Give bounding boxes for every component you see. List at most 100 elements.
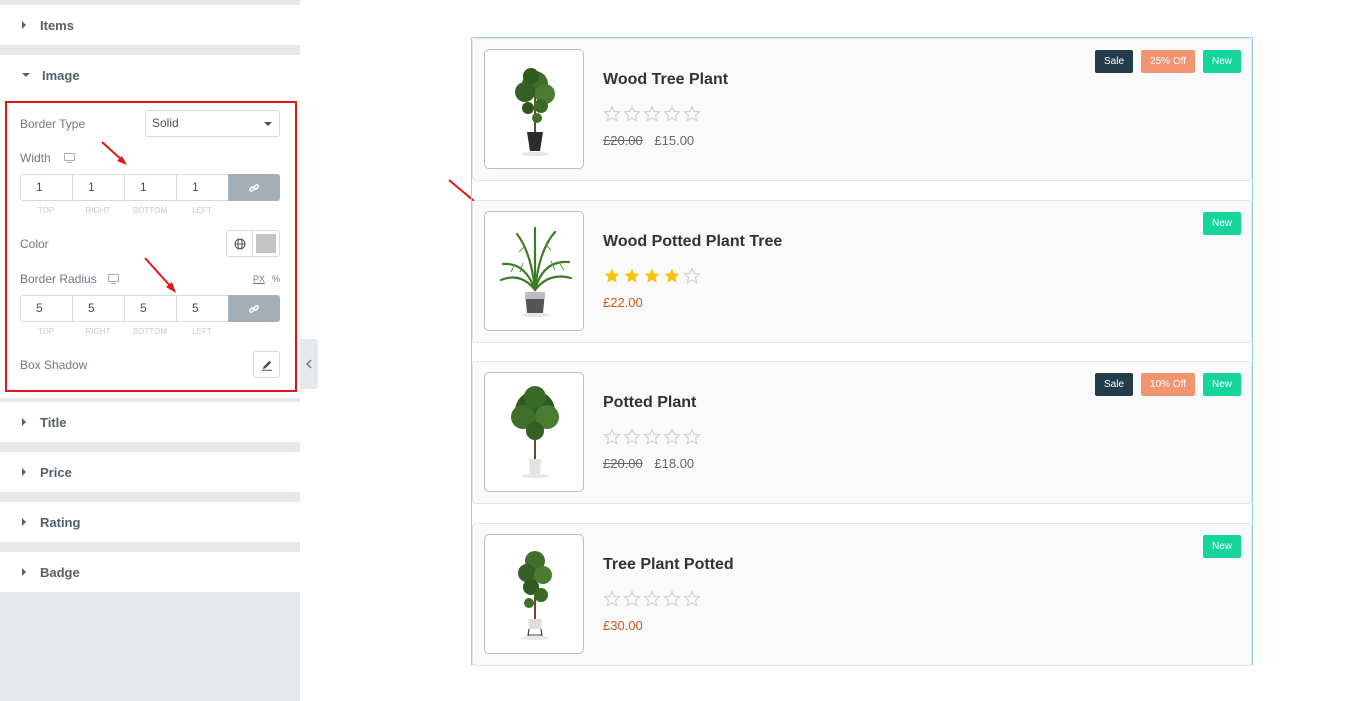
box-shadow-edit-button[interactable] [253,351,280,378]
section-items[interactable]: Items [0,5,300,45]
caret-right-icon [22,468,26,476]
new-badge: New [1202,212,1241,235]
product-image[interactable] [484,372,584,492]
sale-price: £30.00 [603,618,643,633]
star-empty-icon [683,267,701,284]
width-left-input[interactable]: 1 [176,174,228,201]
star-filled-icon [644,268,660,283]
star-empty-icon [663,590,681,607]
caret-right-icon [22,518,26,526]
star-empty-icon [603,590,621,607]
section-label: Title [40,414,67,430]
border-radius-label: Border Radius [20,272,97,286]
badges: Sale 25% Off New [1095,50,1241,73]
dim-label-left: LEFT [192,327,212,336]
product-card: Potted Plant £20.00 £18.00 Sale 10% Off … [472,361,1252,504]
chevron-left-icon [306,359,312,369]
section-price[interactable]: Price [0,452,300,492]
section-label: Price [40,464,72,480]
section-rating[interactable]: Rating [0,502,300,542]
product-image[interactable] [484,49,584,169]
new-badge: New [1202,535,1241,558]
product-card: Tree Plant Potted £30.00 New [472,523,1252,666]
plant-image [499,226,573,317]
badges: New [1202,535,1241,558]
border-type-select[interactable]: Solid [145,110,280,137]
star-rating [603,590,701,608]
discount-badge: 10% Off [1141,373,1195,396]
product-image[interactable] [484,211,584,331]
chevron-down-icon [264,122,272,126]
radius-left-input[interactable]: 5 [176,295,228,322]
product-title[interactable]: Wood Potted Plant Tree [603,233,782,251]
color-swatch[interactable] [256,234,276,253]
link-values-button[interactable] [228,174,280,201]
collapse-panel-button[interactable] [300,339,318,389]
plant-image [511,386,559,478]
dim-label-bottom: BOTTOM [132,327,168,336]
product-price: £20.00 £18.00 [603,456,694,471]
unit-percent[interactable]: % [272,274,280,284]
border-type-label: Border Type [20,117,86,131]
sale-price: £18.00 [654,456,695,471]
desktop-icon[interactable] [108,274,119,284]
color-label: Color [20,237,49,251]
unit-px[interactable]: PX [253,274,265,284]
section-badge[interactable]: Badge [0,552,300,592]
badges: New [1202,212,1241,235]
width-inputs: 1 1 1 1 [20,174,280,201]
dim-label-top: TOP [37,206,55,215]
star-empty-icon [623,105,641,122]
radius-inputs: 5 5 5 5 [20,295,280,322]
sale-price: £22.00 [603,295,643,310]
star-rating [603,105,701,123]
product-title[interactable]: Tree Plant Potted [603,556,734,574]
width-right-input[interactable]: 1 [72,174,124,201]
radius-top-input[interactable]: 5 [20,295,72,322]
plant-image [518,551,552,640]
radius-right-input[interactable]: 5 [72,295,124,322]
product-price: £20.00 £15.00 [603,133,694,148]
border-type-value: Solid [152,116,179,130]
star-filled-icon [604,268,620,283]
width-top-input[interactable]: 1 [20,174,72,201]
product-title[interactable]: Potted Plant [603,394,696,412]
sale-price: £15.00 [654,133,695,148]
global-colors-button[interactable] [227,231,254,256]
radius-dim-labels: TOP RIGHT BOTTOM LEFT [20,327,228,336]
star-empty-icon [643,105,661,122]
width-dim-labels: TOP RIGHT BOTTOM LEFT [20,206,228,215]
section-label: Items [40,17,74,33]
star-empty-icon [623,590,641,607]
plant-image [515,68,555,156]
link-values-button[interactable] [228,295,280,322]
star-empty-icon [603,105,621,122]
product-price: £30.00 [603,618,643,633]
section-image[interactable]: Image [0,55,300,95]
color-picker[interactable] [226,230,280,257]
caret-right-icon [22,568,26,576]
section-title[interactable]: Title [0,402,300,442]
star-empty-icon [603,428,621,445]
link-icon [249,304,259,313]
star-empty-icon [643,428,661,445]
discount-badge: 25% Off [1141,50,1195,73]
dim-label-top: TOP [37,327,55,336]
star-empty-icon [683,590,701,607]
section-label: Badge [40,564,80,580]
product-title[interactable]: Wood Tree Plant [603,71,728,89]
width-label: Width [20,151,51,165]
desktop-icon[interactable] [64,153,75,163]
pencil-icon [261,360,272,371]
new-badge: New [1202,373,1241,396]
product-image[interactable] [484,534,584,654]
product-price: £22.00 [603,295,643,310]
radius-bottom-input[interactable]: 5 [124,295,176,322]
settings-panel: Items Image Border Type Solid Width 1 1 … [0,0,300,701]
sale-badge: Sale [1095,373,1134,396]
star-empty-icon [663,105,681,122]
width-bottom-input[interactable]: 1 [124,174,176,201]
caret-right-icon [22,418,26,426]
old-price: £20.00 [603,133,643,148]
section-label: Image [42,67,80,83]
